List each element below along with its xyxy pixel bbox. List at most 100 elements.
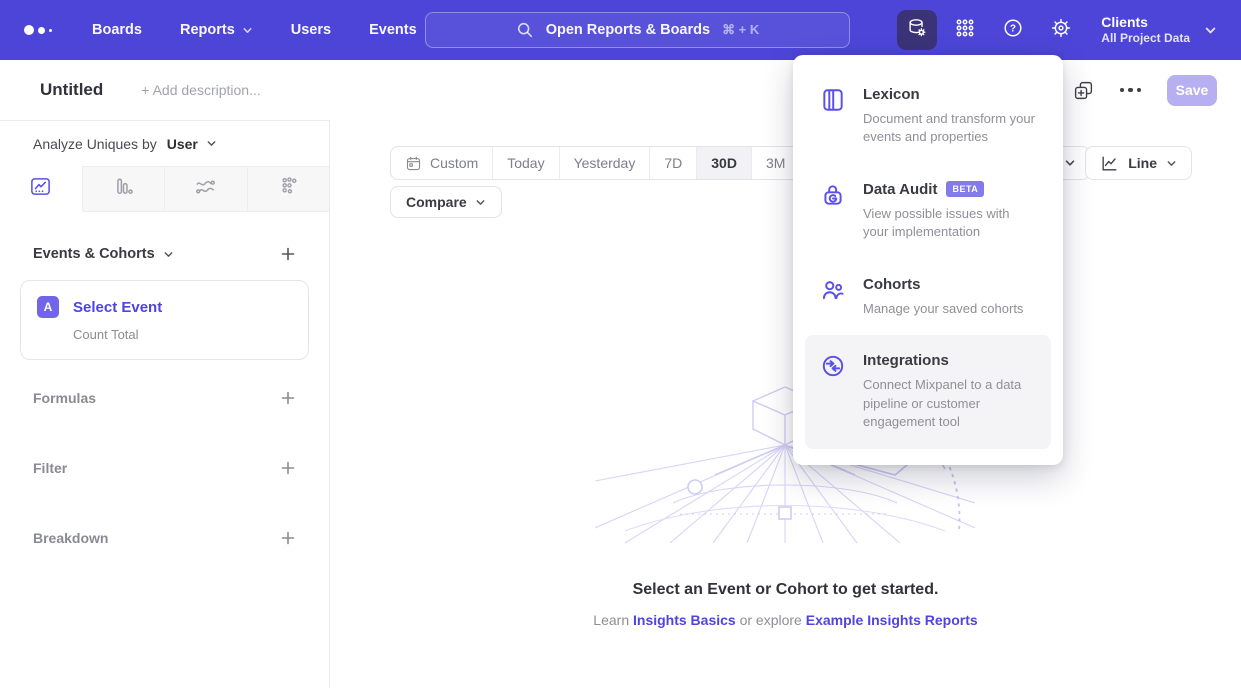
compare-button[interactable]: Compare [390,186,502,218]
menu-item-description: Connect Mixpanel to a data pipeline or c… [863,376,1037,431]
event-aggregation[interactable]: Count Total [73,327,292,342]
beta-badge: BETA [946,181,984,197]
calendar-icon [405,155,422,172]
nav-item-label: Reports [180,22,235,38]
add-formula-button[interactable] [280,390,296,406]
save-button[interactable]: Save [1167,75,1217,106]
report-canvas: Custom Today Yesterday 7D 30D 3M 6M Line… [330,120,1241,688]
apps-grid-button[interactable] [945,10,985,50]
date-range-30d[interactable]: 30D [696,147,751,179]
date-range-today[interactable]: Today [492,147,558,179]
project-selector[interactable]: Clients All Project Data [1101,14,1217,47]
menu-item-integrations[interactable]: Integrations Connect Mixpanel to a data … [805,335,1051,448]
section-label: Filter [33,460,67,476]
project-name: All Project Data [1101,31,1190,46]
nav-item-label: Users [291,22,331,38]
global-search-input[interactable]: Open Reports & Boards ⌘ + K [425,12,850,48]
add-event-button[interactable] [280,246,296,262]
analyze-value[interactable]: User [167,136,198,152]
section-formulas: Formulas [0,388,329,408]
flow-icon [194,175,217,203]
tab-flow[interactable] [165,166,248,212]
gear-icon [1050,17,1072,44]
duplicate-button[interactable] [1073,80,1094,101]
subtitle-prefix: Learn [593,612,633,628]
menu-item-description: View possible issues with your implement… [863,205,1037,242]
search-shortcut: ⌘ + K [722,22,759,38]
menu-item-data-audit[interactable]: Data Audit BETA View possible issues wit… [805,164,1051,259]
section-label: Breakdown [33,530,108,546]
add-breakdown-button[interactable] [280,530,296,546]
svg-text:?: ? [1010,23,1016,34]
tab-scatter[interactable] [248,166,330,212]
top-nav: Boards Reports Users Events Open Reports… [0,0,1241,60]
grid-icon [955,18,975,43]
question-icon: ? [1002,17,1024,44]
nav-links: Boards Reports Users Events [92,22,417,38]
bar-chart-icon [112,175,135,203]
data-audit-icon [819,182,847,242]
help-button[interactable]: ? [993,10,1033,50]
insights-basics-link[interactable]: Insights Basics [633,612,736,628]
example-reports-link[interactable]: Example Insights Reports [806,612,978,628]
nav-item-users[interactable]: Users [291,22,331,38]
compare-label: Compare [406,194,467,210]
nav-item-reports[interactable]: Reports [180,22,253,38]
date-range-label: Today [507,155,544,171]
nav-item-label: Events [369,22,417,38]
line-chart-icon [29,175,52,203]
nav-item-boards[interactable]: Boards [92,22,142,38]
more-options-button[interactable] [1120,88,1142,93]
events-cohorts-label: Events & Cohorts [33,246,155,262]
chevron-down-icon [1064,157,1076,169]
settings-button[interactable] [1041,10,1081,50]
section-label: Formulas [33,390,96,406]
chevron-down-icon [1166,158,1177,169]
date-range-label: 7D [664,155,682,171]
menu-item-description: Manage your saved cohorts [863,300,1023,318]
chevron-down-icon [242,25,253,36]
select-event-button[interactable]: Select Event [73,299,162,316]
tab-insights-line[interactable] [0,166,83,212]
line-chart-icon [1100,154,1119,173]
scatter-icon [277,175,300,203]
menu-item-cohorts[interactable]: Cohorts Manage your saved cohorts [805,259,1051,335]
menu-item-lexicon[interactable]: Lexicon Document and transform your even… [805,69,1051,164]
chevron-down-icon[interactable] [206,138,217,149]
query-builder-sidebar: Analyze Uniques by User [0,120,330,688]
date-range-yesterday[interactable]: Yesterday [559,147,650,179]
tab-bar-chart[interactable] [83,166,166,212]
data-management-button[interactable] [897,10,937,50]
mixpanel-insights-screen: Boards Reports Users Events Open Reports… [0,0,1241,688]
empty-state-title: Select an Event or Cohort to get started… [330,581,1241,599]
date-range-control: Custom Today Yesterday 7D 30D 3M 6M [390,146,849,180]
date-range-7d[interactable]: 7D [649,147,696,179]
analyze-label: Analyze Uniques by [33,136,157,152]
section-breakdown: Breakdown [0,528,329,548]
chevron-down-icon [1204,24,1217,37]
org-name: Clients [1101,14,1190,32]
chart-style-selector[interactable]: Line [1085,146,1192,180]
add-description-field[interactable]: + Add description... [141,82,260,98]
date-range-custom[interactable]: Custom [391,147,492,179]
integrations-icon [819,353,847,431]
events-cohorts-header: Events & Cohorts [0,246,329,262]
chevron-down-icon[interactable] [163,249,174,260]
event-letter-badge: A [37,296,59,318]
chart-style-label: Line [1128,155,1157,171]
data-management-menu: Lexicon Document and transform your even… [793,55,1063,465]
menu-item-title: Lexicon [863,86,920,103]
chevron-down-icon [475,197,486,208]
cohorts-icon [819,277,847,318]
mixpanel-logo-icon[interactable] [24,25,52,35]
date-range-label: Custom [430,155,478,171]
date-range-label: Yesterday [574,155,636,171]
event-card[interactable]: A Select Event Count Total [20,280,309,360]
report-title[interactable]: Untitled [40,80,103,100]
menu-item-title: Data Audit [863,181,937,198]
empty-state-subtitle: Learn Insights Basics or explore Example… [330,612,1241,628]
subtitle-middle: or explore [736,612,806,628]
nav-item-events[interactable]: Events [369,22,417,38]
menu-item-title: Integrations [863,352,949,369]
add-filter-button[interactable] [280,460,296,476]
